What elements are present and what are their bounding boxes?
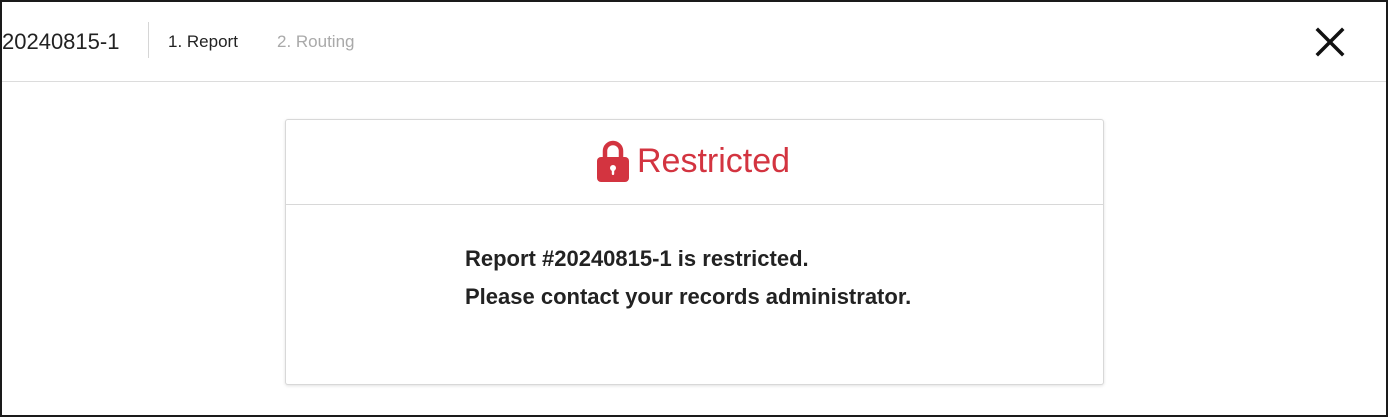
lock-icon <box>597 140 629 182</box>
modal-window: 20240815-1 1. Report 2. Routing Restrict… <box>0 0 1388 417</box>
restricted-title: Restricted <box>637 142 791 180</box>
close-button[interactable] <box>1313 25 1347 59</box>
restricted-card-header: Restricted <box>286 120 1103 205</box>
header-divider <box>148 22 149 58</box>
restricted-card-body: Report #20240815-1 is restricted. Please… <box>286 206 1103 384</box>
record-id-title: 20240815-1 <box>2 29 120 54</box>
restricted-message-line: Please contact your records administrato… <box>465 284 912 309</box>
modal-header: 20240815-1 1. Report 2. Routing <box>2 2 1386 82</box>
restricted-message-line: Report #20240815-1 is restricted. <box>465 246 809 271</box>
step-report-tab[interactable]: 1. Report <box>168 31 238 53</box>
restricted-card: Restricted Report #20240815-1 is restric… <box>285 119 1104 385</box>
close-icon <box>1315 27 1345 57</box>
step-routing-tab: 2. Routing <box>277 32 355 51</box>
